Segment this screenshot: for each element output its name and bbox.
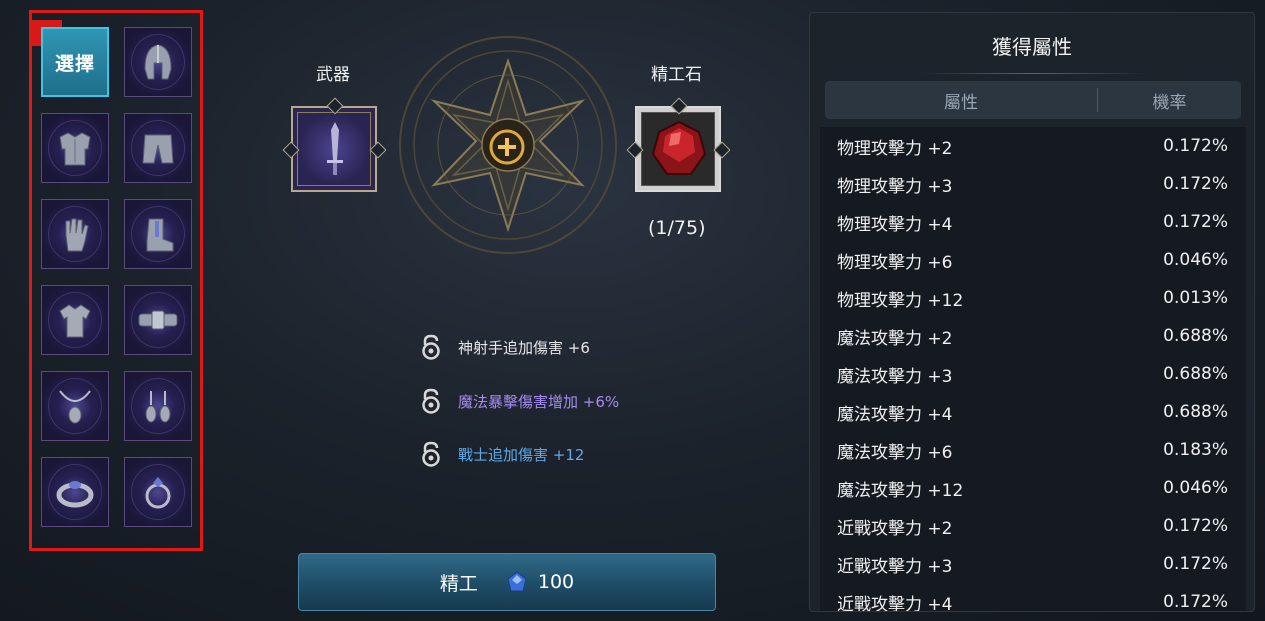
- bracelet-icon: [56, 481, 94, 508]
- attribute-cell: 近戰攻擊力 +4: [837, 594, 953, 612]
- slot-boots[interactable]: [124, 199, 192, 269]
- slot-bracelet[interactable]: [41, 457, 109, 527]
- table-row: 物理攻擊力 +2 0.172%: [820, 127, 1246, 165]
- option-text-3: 戰士追加傷害 +12: [458, 445, 585, 464]
- table-row: 近戰攻擊力 +2 0.172%: [820, 507, 1246, 545]
- shirt-icon: [59, 304, 91, 338]
- table-header: 屬性 機率: [825, 81, 1241, 119]
- unlock-icon[interactable]: [420, 388, 442, 414]
- rate-cell: 0.172%: [1163, 592, 1228, 612]
- rate-cell: 0.172%: [1163, 136, 1228, 156]
- option-row-2: 魔法暴擊傷害增加 +6%: [420, 386, 619, 416]
- weapon-slot[interactable]: [291, 106, 377, 192]
- refine-cost: 100: [537, 571, 575, 593]
- rate-cell: 0.183%: [1163, 440, 1228, 460]
- unlock-icon[interactable]: [420, 334, 442, 360]
- column-header-attribute: 屬性: [944, 92, 978, 113]
- table-row: 魔法攻擊力 +3 0.688%: [820, 355, 1246, 393]
- unlock-icon[interactable]: [420, 441, 442, 467]
- rate-cell: 0.046%: [1163, 250, 1228, 270]
- option-text-2: 魔法暴擊傷害增加 +6%: [458, 392, 620, 411]
- attribute-cell: 近戰攻擊力 +3: [837, 556, 953, 577]
- helmet-icon: [144, 44, 172, 80]
- table-row: 近戰攻擊力 +3 0.172%: [820, 545, 1246, 583]
- slot-earrings[interactable]: [124, 371, 192, 441]
- rate-cell: 0.172%: [1163, 554, 1228, 574]
- slot-ring[interactable]: [124, 457, 192, 527]
- refining-stone-icon: [651, 120, 707, 175]
- refine-button[interactable]: 精工 100: [298, 553, 716, 611]
- slot-weapon[interactable]: 選擇: [41, 27, 109, 97]
- stone-label: 精工石: [651, 65, 702, 85]
- rate-cell: 0.013%: [1163, 288, 1228, 308]
- table-row: 魔法攻擊力 +12 0.046%: [820, 469, 1246, 507]
- table-row: 魔法攻擊力 +4 0.688%: [820, 393, 1246, 431]
- attribute-cell: 魔法攻擊力 +6: [837, 442, 953, 463]
- stone-count: (1/75): [648, 217, 706, 239]
- option-row-1: 神射手追加傷害 +6: [420, 332, 590, 362]
- slot-shirt[interactable]: [41, 285, 109, 355]
- attribute-cell: 魔法攻擊力 +12: [837, 480, 964, 501]
- crystal-currency-icon: [507, 571, 527, 592]
- attribute-cell: 近戰攻擊力 +2: [837, 518, 953, 539]
- slot-pants[interactable]: [124, 113, 192, 183]
- rate-cell: 0.688%: [1163, 364, 1228, 384]
- boots-icon: [146, 218, 174, 252]
- gloves-icon: [65, 218, 89, 252]
- rate-cell: 0.172%: [1163, 174, 1228, 194]
- table-row: 魔法攻擊力 +6 0.183%: [820, 431, 1246, 469]
- attribute-cell: 物理攻擊力 +4: [837, 214, 953, 235]
- weapon-label: 武器: [316, 65, 350, 85]
- necklace-icon: [59, 390, 91, 424]
- slot-gloves[interactable]: [41, 199, 109, 269]
- slot-helmet[interactable]: [124, 27, 192, 97]
- pants-icon: [142, 134, 174, 164]
- option-text-1: 神射手追加傷害 +6: [458, 338, 590, 357]
- slot-armor[interactable]: [41, 113, 109, 183]
- stone-slot[interactable]: [635, 106, 721, 192]
- option-row-3: 戰士追加傷害 +12: [420, 439, 584, 469]
- belt-icon: [138, 310, 178, 330]
- ring-icon: [145, 477, 171, 509]
- table-row: 物理攻擊力 +4 0.172%: [820, 203, 1246, 241]
- attribute-cell: 物理攻擊力 +12: [837, 290, 964, 311]
- attribute-cell: 魔法攻擊力 +3: [837, 366, 953, 387]
- sword-icon: [327, 122, 343, 175]
- attribute-list[interactable]: 物理攻擊力 +2 0.172% 物理攻擊力 +3 0.172% 物理攻擊力 +4 0.…: [820, 127, 1246, 612]
- table-row: 近戰攻擊力 +4 0.172%: [820, 583, 1246, 612]
- slot-belt[interactable]: [124, 285, 192, 355]
- table-row: 物理攻擊力 +12 0.013%: [820, 279, 1246, 317]
- attribute-cell: 魔法攻擊力 +4: [837, 404, 953, 425]
- table-row: 魔法攻擊力 +2 0.688%: [820, 317, 1246, 355]
- attribute-cell: 魔法攻擊力 +2: [837, 328, 953, 349]
- rate-cell: 0.688%: [1163, 402, 1228, 422]
- attribute-cell: 物理攻擊力 +6: [837, 252, 953, 273]
- attribute-cell: 物理攻擊力 +3: [837, 176, 953, 197]
- panel-title: 獲得屬性: [992, 35, 1072, 59]
- rate-cell: 0.172%: [1163, 212, 1228, 232]
- select-label: 選擇: [54, 52, 95, 75]
- attribute-cell: 物理攻擊力 +2: [837, 138, 953, 159]
- rate-cell: 0.046%: [1163, 478, 1228, 498]
- earrings-icon: [145, 391, 171, 423]
- column-header-rate: 機率: [1152, 92, 1187, 113]
- rate-cell: 0.172%: [1163, 516, 1228, 536]
- title-divider: [920, 73, 1146, 74]
- add-icon[interactable]: [487, 127, 527, 167]
- rate-cell: 0.688%: [1163, 326, 1228, 346]
- attribute-panel: 獲得屬性 屬性 機率 物理攻擊力 +2 0.172% 物理攻擊力 +3 0.172%…: [809, 12, 1255, 612]
- armor-icon: [59, 132, 91, 166]
- refine-button-label: 精工: [439, 572, 478, 595]
- table-row: 物理攻擊力 +3 0.172%: [820, 165, 1246, 203]
- table-row: 物理攻擊力 +6 0.046%: [820, 241, 1246, 279]
- slot-necklace[interactable]: [41, 371, 109, 441]
